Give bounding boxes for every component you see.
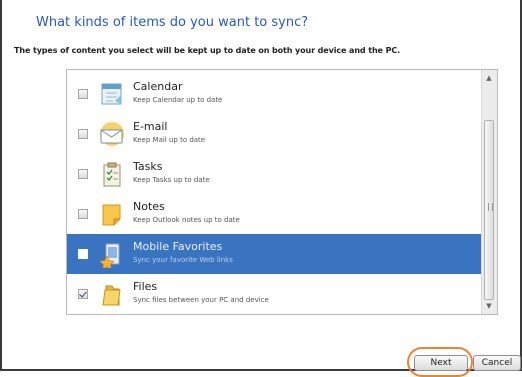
item-title: E-mail xyxy=(133,120,168,133)
list-item-mobile-favorites[interactable]: Mobile Favorites Sync your favorite Web … xyxy=(67,234,481,274)
vertical-scrollbar[interactable]: ▲ ▼ xyxy=(481,70,497,314)
grip-icon xyxy=(488,203,493,211)
scroll-up-icon[interactable]: ▲ xyxy=(485,74,493,82)
cancel-button[interactable]: Cancel xyxy=(473,355,521,371)
item-desc: Keep Tasks up to date xyxy=(133,176,210,184)
item-title: Calendar xyxy=(133,80,183,93)
list-item-email[interactable]: E-mail Keep Mail up to date xyxy=(67,114,481,154)
note-icon xyxy=(102,204,121,226)
checkbox-calendar[interactable] xyxy=(78,89,88,99)
star-page-icon xyxy=(99,243,120,268)
scroll-down-icon[interactable]: ▼ xyxy=(485,302,493,310)
checkbox-notes[interactable] xyxy=(78,209,88,219)
sync-items-list[interactable]: Calendar Keep Calendar up to date E-mail… xyxy=(66,69,498,315)
list-item-calendar[interactable]: Calendar Keep Calendar up to date xyxy=(67,74,481,114)
clipboard-icon xyxy=(103,162,121,187)
scrollbar-thumb[interactable] xyxy=(484,120,494,300)
item-desc: Keep Outlook notes up to date xyxy=(133,216,240,224)
item-desc: Sync your favorite Web links xyxy=(133,256,233,264)
checkbox-mobile-favorites[interactable] xyxy=(78,249,88,259)
envelope-icon xyxy=(100,122,124,146)
list-item-notes[interactable]: Notes Keep Outlook notes up to date xyxy=(67,194,481,234)
item-title: Tasks xyxy=(133,160,163,173)
item-desc: Keep Calendar up to date xyxy=(133,96,223,104)
item-title: Mobile Favorites xyxy=(133,240,223,253)
calendar-icon xyxy=(101,83,122,105)
folder-icon xyxy=(102,285,121,306)
item-desc: Keep Mail up to date xyxy=(133,136,206,144)
list-item-tasks[interactable]: Tasks Keep Tasks up to date xyxy=(67,154,481,194)
checkbox-files[interactable] xyxy=(78,289,88,299)
page-heading: What kinds of items do you want to sync? xyxy=(36,15,309,30)
next-button[interactable]: Next xyxy=(414,355,468,371)
checkbox-tasks[interactable] xyxy=(78,169,88,179)
sync-wizard-window: What kinds of items do you want to sync?… xyxy=(0,0,522,377)
item-title: Files xyxy=(133,280,158,293)
page-subtitle: The types of content you select will be … xyxy=(14,46,401,55)
checkbox-email[interactable] xyxy=(78,129,88,139)
list-item-files[interactable]: Files Sync files between your PC and dev… xyxy=(67,274,481,314)
item-desc: Sync files between your PC and device xyxy=(133,296,269,304)
item-title: Notes xyxy=(133,200,165,213)
